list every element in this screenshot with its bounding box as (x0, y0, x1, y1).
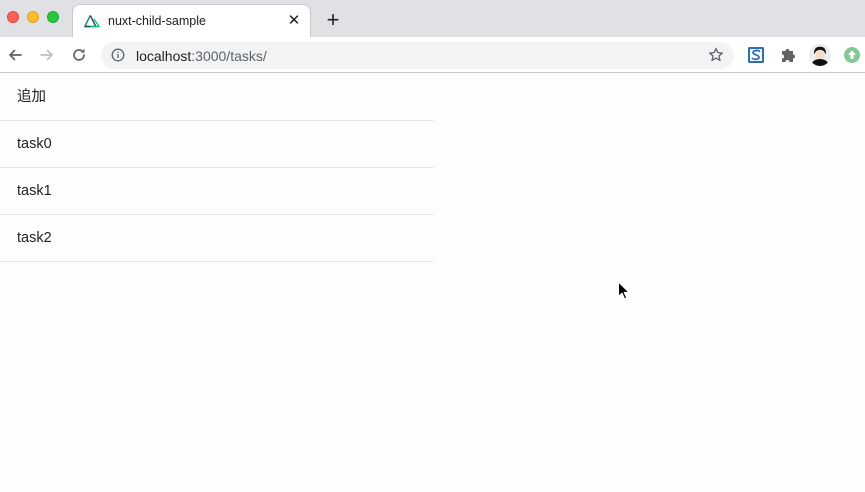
url-host: localhost (136, 48, 192, 64)
task-list: 追加 task0 task1 task2 (0, 74, 434, 262)
window-maximize-button[interactable] (47, 11, 59, 23)
task-link-1[interactable]: task1 (0, 168, 434, 215)
update-icon[interactable] (843, 46, 861, 64)
tab-title: nuxt-child-sample (108, 14, 206, 28)
back-arrow-icon (9, 49, 22, 61)
extension-s-icon[interactable] (747, 46, 765, 64)
star-icon[interactable] (708, 47, 724, 63)
reload-button[interactable] (69, 45, 89, 65)
task-link-2[interactable]: task2 (0, 215, 434, 262)
profile-avatar-icon (809, 44, 831, 66)
forward-arrow-icon (40, 49, 53, 61)
task-link-0[interactable]: task0 (0, 121, 434, 168)
tab-close-icon[interactable]: ✕ (286, 13, 302, 29)
new-tab-button[interactable]: + (322, 9, 344, 31)
info-icon[interactable] (111, 48, 125, 62)
avatar[interactable] (809, 44, 831, 66)
tab-strip: nuxt-child-sample ✕ + (0, 0, 865, 37)
puzzle-icon[interactable] (779, 46, 797, 64)
address-bar[interactable]: localhost:3000/tasks/ (101, 42, 734, 69)
browser-window: nuxt-child-sample ✕ + localhost:3000/tas… (0, 0, 865, 492)
page-content: 追加 task0 task1 task2 (0, 74, 865, 492)
nuxt-logo-icon (84, 15, 100, 28)
browser-toolbar: localhost:3000/tasks/ (0, 37, 865, 73)
window-close-button[interactable] (7, 11, 19, 23)
back-button[interactable] (5, 45, 25, 65)
url-path: :3000/tasks/ (191, 48, 267, 64)
window-minimize-button[interactable] (27, 11, 39, 23)
url-text[interactable]: localhost:3000/tasks/ (136, 48, 267, 64)
forward-button[interactable] (37, 45, 57, 65)
mouse-cursor-icon (617, 281, 630, 300)
reload-icon (73, 48, 85, 61)
add-task-link[interactable]: 追加 (0, 74, 434, 121)
browser-tab[interactable]: nuxt-child-sample ✕ (72, 4, 311, 37)
